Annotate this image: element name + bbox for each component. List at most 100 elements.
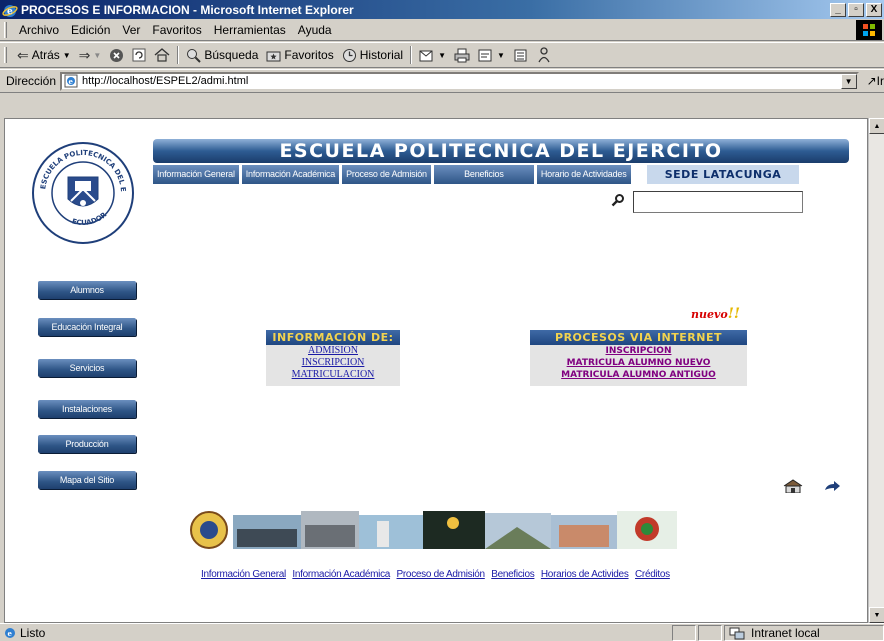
edit-button[interactable]: ▼ <box>474 48 509 63</box>
maximize-button[interactable]: ▫ <box>848 2 864 17</box>
sidebar-item-instalaciones[interactable]: Instalaciones <box>38 400 136 418</box>
mail-button[interactable]: ▼ <box>415 48 450 63</box>
favorites-folder-icon <box>266 51 281 61</box>
nav-informacion-general[interactable]: Información General <box>153 165 239 184</box>
footer-link-horarios[interactable]: Horarios de Activides <box>541 569 629 580</box>
mail-icon <box>419 50 433 61</box>
status-cell <box>698 624 722 641</box>
nuevo-exclamation: !! <box>727 306 741 322</box>
go-label: Ir <box>876 74 884 88</box>
sidebar-item-produccion[interactable]: Producción <box>38 435 136 453</box>
print-button[interactable] <box>450 48 474 63</box>
toolbar-separator <box>177 46 180 64</box>
sede-label: SEDE LATACUNGA <box>647 165 799 184</box>
search-button[interactable]: Búsqueda <box>182 48 262 63</box>
refresh-icon <box>132 48 146 62</box>
history-button[interactable]: Historial <box>338 48 407 63</box>
svg-text:e: e <box>7 7 13 17</box>
procesos-panel: PROCESOS VIA INTERNET INSCRIPCION MATRIC… <box>530 330 747 386</box>
address-dropdown-icon[interactable]: ▼ <box>840 73 857 89</box>
zone-label: Intranet local <box>751 625 820 640</box>
footer-link-proceso-admision[interactable]: Proceso de Admisión <box>397 569 486 580</box>
sidebar-item-servicios[interactable]: Servicios <box>38 359 136 377</box>
windows-flag-icon <box>863 24 875 36</box>
close-button[interactable]: X <box>866 2 882 17</box>
internet-explorer-icon: e <box>2 4 18 17</box>
nav-informacion-academica[interactable]: Información Académica <box>241 165 340 184</box>
link-matricula-antiguo[interactable]: MATRICULA ALUMNO ANTIGUO <box>530 369 747 381</box>
footer-link-creditos[interactable]: Créditos <box>635 569 670 580</box>
toolbar-grip[interactable] <box>4 21 7 38</box>
banner-title: ESCUELA POLITECNICA DEL EJERCITO <box>153 139 849 163</box>
info-panel: INFORMACIÓN DE: ADMISION INSCRIPCION MAT… <box>266 330 400 386</box>
sidebar-item-educacion-integral[interactable]: Educación Integral <box>38 318 136 336</box>
link-matriculacion[interactable]: MATRICULACION <box>266 369 400 381</box>
page-status-icon: e <box>5 627 15 638</box>
campus-photo-strip <box>190 511 677 549</box>
printer-icon <box>454 48 470 62</box>
edit-page-icon <box>478 49 492 61</box>
back-arrow-icon: ⇐ <box>17 46 29 63</box>
address-input[interactable]: e http://localhost/ESPEL2/admi.html ▼ <box>60 71 859 91</box>
nuevo-text: nuevo <box>691 308 728 321</box>
nav-beneficios[interactable]: Beneficios <box>433 165 534 184</box>
status-bar: e Listo Intranet local <box>0 623 884 641</box>
search-label: Búsqueda <box>204 48 259 62</box>
standard-toolbar: ⇐ Atrás ▼ ⇒ ▼ Búsqueda Favoritos Histori… <box>0 42 884 68</box>
vertical-scrollbar[interactable]: ▲ ▼ <box>868 118 884 623</box>
menu-ayuda[interactable]: Ayuda <box>292 23 338 37</box>
procesos-panel-title: PROCESOS VIA INTERNET <box>530 330 747 345</box>
link-matricula-nuevo[interactable]: MATRICULA ALUMNO NUEVO <box>530 357 747 369</box>
go-arrow-icon: ↗ <box>866 74 877 88</box>
nav-proceso-admision[interactable]: Proceso de Admisión <box>342 165 431 184</box>
refresh-button[interactable] <box>128 48 150 62</box>
security-zone[interactable]: Intranet local <box>724 624 884 641</box>
svg-text:e: e <box>69 77 74 86</box>
back-label: Atrás <box>31 48 60 62</box>
stop-button[interactable] <box>105 48 128 63</box>
info-panel-title: INFORMACIÓN DE: <box>266 330 400 345</box>
discuss-button[interactable] <box>509 48 532 63</box>
nav-horario-actividades[interactable]: Horario de Actividades <box>536 165 631 184</box>
menu-edicion[interactable]: Edición <box>65 23 116 37</box>
link-admision[interactable]: ADMISION <box>266 345 400 357</box>
search-magnifier-icon[interactable] <box>611 193 625 207</box>
minimize-button[interactable]: _ <box>830 2 846 17</box>
dropdown-arrow-icon[interactable]: ▼ <box>438 51 446 60</box>
address-url: http://localhost/ESPEL2/admi.html <box>82 75 249 87</box>
forward-arrow-icon[interactable] <box>823 479 841 493</box>
site-search-input[interactable] <box>633 191 803 213</box>
footer-link-informacion-general[interactable]: Información General <box>201 569 286 580</box>
menu-herramientas[interactable]: Herramientas <box>208 23 292 37</box>
link-inscripcion[interactable]: INSCRIPCION <box>266 357 400 369</box>
toolbar-grip[interactable] <box>4 47 7 63</box>
scroll-down-arrow-icon[interactable]: ▼ <box>869 607 884 623</box>
discuss-icon <box>514 49 527 61</box>
espe-seal-logo: ESCUELA POLITECNICA DEL EJERCITO ECUADOR <box>31 141 134 244</box>
messenger-button[interactable] <box>532 47 556 63</box>
footer-link-beneficios[interactable]: Beneficios <box>491 569 534 580</box>
history-icon <box>342 48 356 62</box>
menu-archivo[interactable]: Archivo <box>13 23 65 37</box>
go-button[interactable]: ↗Ir <box>867 74 884 88</box>
footer-link-informacion-academica[interactable]: Información Académica <box>292 569 390 580</box>
dropdown-arrow-icon[interactable]: ▼ <box>63 51 71 60</box>
home-icon[interactable] <box>783 479 803 493</box>
sidebar-item-mapa-sitio[interactable]: Mapa del Sitio <box>38 471 136 489</box>
forward-button[interactable]: ⇒ ▼ <box>75 47 106 64</box>
sidebar-item-alumnos[interactable]: Alumnos <box>38 281 136 299</box>
menu-ver[interactable]: Ver <box>116 23 146 37</box>
window-title-bar[interactable]: e PROCESOS E INFORMACION - Microsoft Int… <box>0 0 884 19</box>
scroll-up-arrow-icon[interactable]: ▲ <box>869 118 884 134</box>
dropdown-arrow-icon[interactable]: ▼ <box>93 51 101 60</box>
menu-favoritos[interactable]: Favoritos <box>146 23 207 37</box>
link-proc-inscripcion[interactable]: INSCRIPCION <box>530 345 747 357</box>
footer-links: Información General Información Académic… <box>201 569 721 580</box>
browser-viewport[interactable]: ESCUELA POLITECNICA DEL EJERCITO ECUADOR… <box>4 118 868 623</box>
back-button[interactable]: ⇐ Atrás ▼ <box>13 47 75 64</box>
home-button[interactable] <box>150 48 174 62</box>
address-label: Dirección <box>6 74 57 88</box>
top-nav: Información General Información Académic… <box>153 165 631 184</box>
dropdown-arrow-icon[interactable]: ▼ <box>497 51 505 60</box>
favorites-button[interactable]: Favoritos <box>262 48 337 62</box>
